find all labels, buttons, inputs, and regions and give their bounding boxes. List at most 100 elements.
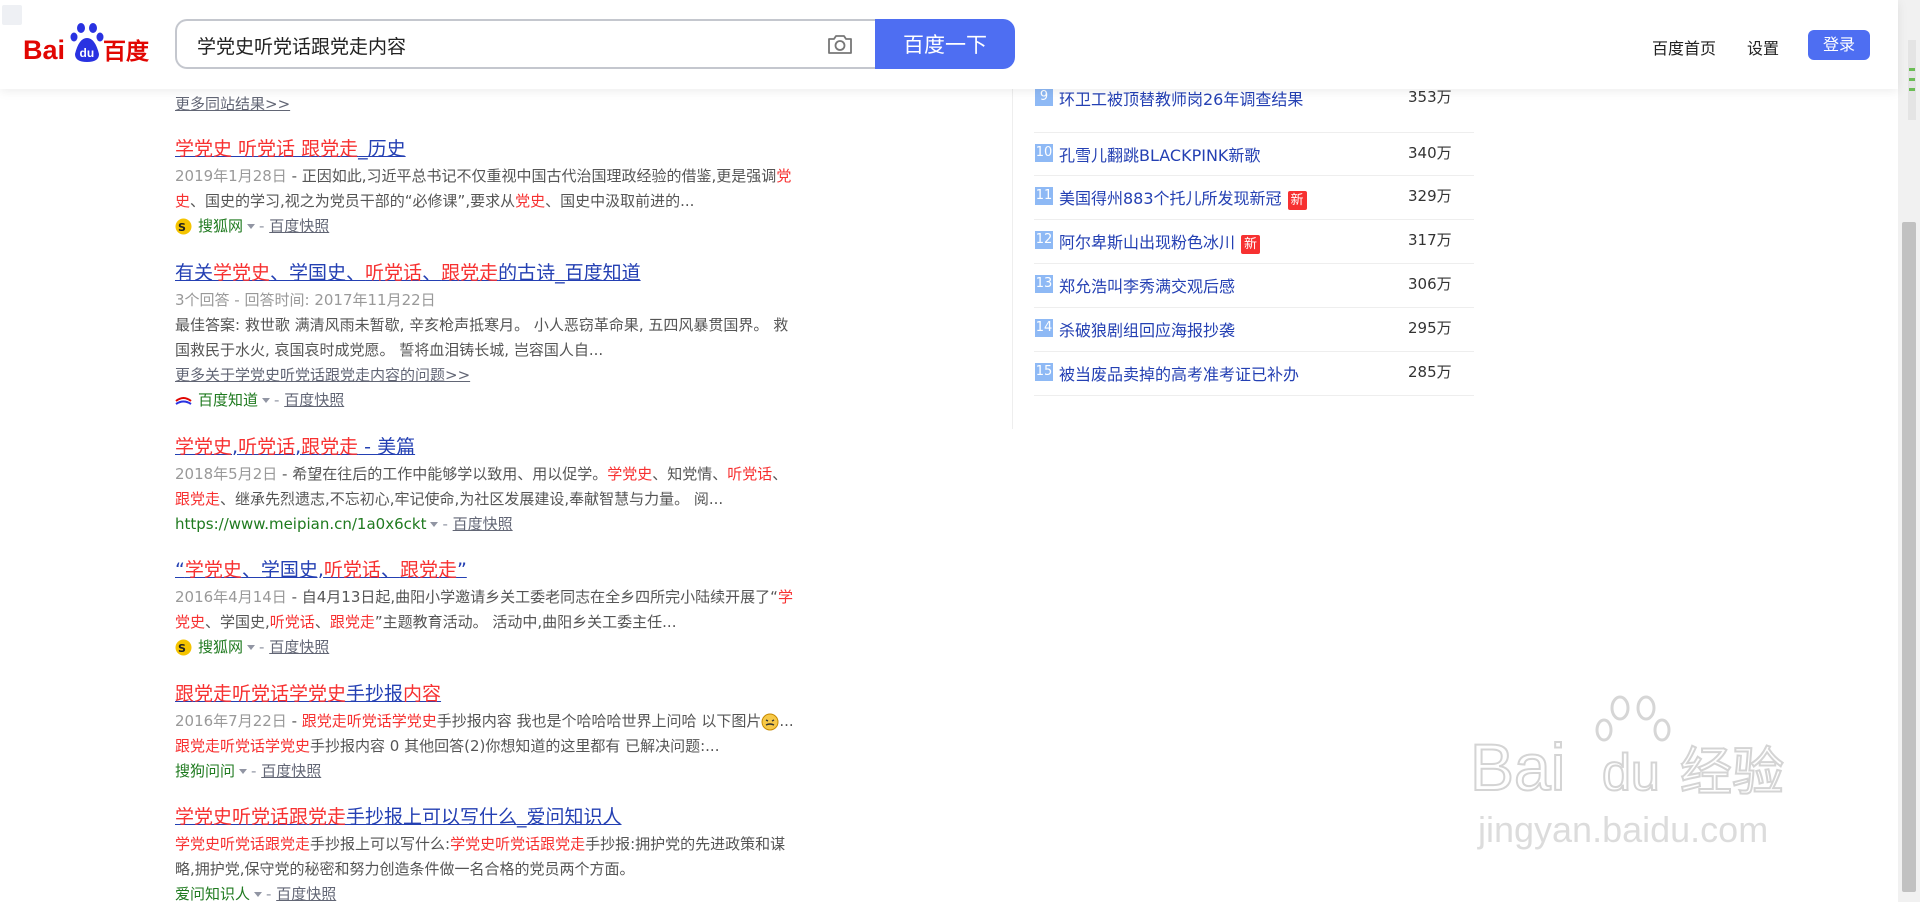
kuaizhao-link[interactable]: 百度快照 xyxy=(284,391,344,409)
result-source: 百度知道 - 百度快照 xyxy=(175,388,855,413)
search-input[interactable] xyxy=(195,21,799,69)
hot-list-item[interactable]: 13 郑允浩叫李秀满交观后感 306万 xyxy=(1034,265,1474,308)
hot-item-count: 285万 xyxy=(1408,363,1452,381)
hot-list-item[interactable]: 12 阿尔卑斯山出现粉色冰川新 317万 xyxy=(1034,221,1474,264)
new-badge: 新 xyxy=(1287,191,1307,210)
svg-text:du: du xyxy=(1602,744,1660,802)
result-source: https://www.meipian.cn/1a0x6ckt - 百度快照 xyxy=(175,515,513,533)
baidu-home-link[interactable]: 百度首页 xyxy=(1652,35,1716,59)
kuaizhao-link[interactable]: 百度快照 xyxy=(276,885,336,903)
hot-item-title[interactable]: 被当废品卖掉的高考准考证已补办 xyxy=(1059,361,1299,385)
scrollbar-thumb[interactable] xyxy=(1902,222,1916,892)
rank-badge: 15 xyxy=(1035,363,1053,381)
result-source: 爱问知识人 - 百度快照 xyxy=(175,885,337,903)
logo-text-paw: du xyxy=(80,46,95,60)
search-button[interactable]: 百度一下 xyxy=(875,19,1015,69)
hot-item-count: 317万 xyxy=(1408,231,1452,249)
source-name[interactable]: 搜狗问问 xyxy=(175,762,235,780)
hot-item-title[interactable]: 杀破狼剧组回应海报抄袭 xyxy=(1059,317,1235,341)
svg-text:经验: 经验 xyxy=(1680,743,1784,803)
hot-item-title[interactable]: 孔雪儿翻跳BLACKPINK新歌 xyxy=(1059,142,1260,166)
more-same-site-link[interactable]: 更多同站结果>> xyxy=(175,95,290,113)
search-result: 有关学党史、学国史、听党话、跟党走的古诗_百度知道 3个回答 - 回答时间: 2… xyxy=(175,261,855,413)
hot-search-list: 9 环卫工被顶替教师岗26年调查结果 353万 10 孔雪儿翻跳BLACKPIN… xyxy=(1034,88,1474,396)
result-title[interactable]: 学党史听党话跟党走手抄报上可以写什么_爱问知识人 xyxy=(175,805,855,829)
result-source: S 搜狐网 - 百度快照 xyxy=(175,635,855,660)
baidu-logo[interactable]: Bai du 百度 xyxy=(23,22,153,68)
more-questions-link[interactable]: 更多关于学党史听党话跟党走内容的问题>> xyxy=(175,363,855,388)
hot-item-count: 340万 xyxy=(1408,144,1452,162)
result-snippet: 2016年4月14日 - 自4月13日起,曲阳小学邀请乡关工委老同志在全乡四所完… xyxy=(175,588,793,631)
hot-item-title[interactable]: 阿尔卑斯山出现粉色冰川新 xyxy=(1059,229,1261,254)
sohu-icon: S xyxy=(175,218,192,235)
hot-list-item[interactable]: 11 美国得州883个托儿所发现新冠新 329万 xyxy=(1034,177,1474,220)
search-box xyxy=(175,19,875,69)
result-snippet: 3个回答 - 回答时间: 2017年11月22日 最佳答案: 救世歌 满清风雨未… xyxy=(175,291,789,359)
search-result: 学党史,听党话,跟党走 - 美篇 2018年5月2日 - 希望在往后的工作中能够… xyxy=(175,435,855,537)
login-button[interactable]: 登录 xyxy=(1808,30,1870,60)
rank-badge: 13 xyxy=(1035,275,1053,293)
result-snippet: 2018年5月2日 - 希望在往后的工作中能够学以致用、用以促学。学党史、知党情… xyxy=(175,465,788,508)
hot-list-item[interactable]: 9 环卫工被顶替教师岗26年调查结果 353万 xyxy=(1034,88,1474,133)
caret-down-icon[interactable] xyxy=(254,892,263,897)
kuaizhao-link[interactable]: 百度快照 xyxy=(453,515,513,533)
rank-badge: 14 xyxy=(1035,319,1053,337)
corner-icon xyxy=(2,5,22,25)
zhidao-icon xyxy=(175,396,192,405)
caret-down-icon[interactable] xyxy=(239,769,248,774)
hot-item-title[interactable]: 美国得州883个托儿所发现新冠新 xyxy=(1059,185,1307,210)
result-title[interactable]: 学党史 听党话 跟党走_历史 xyxy=(175,137,855,161)
svg-text:jingyan.baidu.com: jingyan.baidu.com xyxy=(1477,809,1768,850)
result-title[interactable]: “学党史、学国史,听党话、跟党走” xyxy=(175,558,855,582)
result-title[interactable]: 学党史,听党话,跟党走 - 美篇 xyxy=(175,435,855,459)
sohu-icon: S xyxy=(175,639,192,656)
hot-item-title[interactable]: 环卫工被顶替教师岗26年调查结果 xyxy=(1059,86,1303,110)
svg-text:Bai: Bai xyxy=(1470,730,1565,804)
result-title[interactable]: 有关学党史、学国史、听党话、跟党走的古诗_百度知道 xyxy=(175,261,855,285)
hot-item-count: 306万 xyxy=(1408,275,1452,293)
source-name[interactable]: 搜狐网 xyxy=(198,217,243,235)
emoji-icon xyxy=(761,713,779,730)
kuaizhao-link[interactable]: 百度快照 xyxy=(261,762,321,780)
kuaizhao-link[interactable]: 百度快照 xyxy=(269,638,329,656)
svg-text:S: S xyxy=(178,642,186,655)
logo-text-right: 百度 xyxy=(103,38,150,65)
result-snippet: 2016年7月22日 - 跟党走听党话学党史手抄报内容 我也是个哈哈哈世界上问哈… xyxy=(175,712,794,755)
hot-list-item[interactable]: 15 被当废品卖掉的高考准考证已补办 285万 xyxy=(1034,353,1474,396)
result-title[interactable]: 跟党走听党话学党史手抄报内容 xyxy=(175,682,855,706)
top-header: Bai du 百度 百度一下 百度首页 设置 登录 xyxy=(0,0,1898,89)
source-name[interactable]: 百度知道 xyxy=(198,391,258,409)
source-name[interactable]: 爱问知识人 xyxy=(175,885,250,903)
rank-badge: 9 xyxy=(1035,88,1053,106)
kuaizhao-link[interactable]: 百度快照 xyxy=(269,217,329,235)
camera-icon[interactable] xyxy=(826,32,854,56)
hot-item-count: 295万 xyxy=(1408,319,1452,337)
paw-icon: du xyxy=(70,23,104,62)
result-source: S 搜狐网 - 百度快照 xyxy=(175,214,855,239)
new-badge: 新 xyxy=(1241,235,1261,254)
result-source: 搜狗问问 - 百度快照 xyxy=(175,762,322,780)
rank-badge: 10 xyxy=(1035,144,1053,162)
vertical-scrollbar[interactable] xyxy=(1898,0,1920,902)
hot-list-item[interactable]: 14 杀破狼剧组回应海报抄袭 295万 xyxy=(1034,309,1474,352)
rank-badge: 11 xyxy=(1035,187,1053,205)
jingyan-watermark: Bai du 经验 jingyan.baidu.com xyxy=(1470,695,1785,850)
search-result: “学党史、学国史,听党话、跟党走” 2016年4月14日 - 自4月13日起,曲… xyxy=(175,558,855,660)
search-result: 学党史听党话跟党走手抄报上可以写什么_爱问知识人 学党史听党话跟党走手抄报上可以… xyxy=(175,805,855,907)
settings-link[interactable]: 设置 xyxy=(1747,35,1779,59)
source-name[interactable]: 搜狐网 xyxy=(198,638,243,656)
more-same-site-block: 更多同站结果>> xyxy=(175,92,855,117)
hot-item-title[interactable]: 郑允浩叫李秀满交观后感 xyxy=(1059,273,1235,297)
search-result: 学党史 听党话 跟党走_历史 2019年1月28日 - 正因如此,习近平总书记不… xyxy=(175,137,855,239)
hot-list-item[interactable]: 10 孔雪儿翻跳BLACKPINK新歌 340万 xyxy=(1034,133,1474,176)
caret-down-icon[interactable] xyxy=(247,645,256,650)
column-divider xyxy=(1012,89,1013,429)
scroll-indicator-icon xyxy=(1908,40,1916,120)
search-result: 跟党走听党话学党史手抄报内容 2016年7月22日 - 跟党走听党话学党史手抄报… xyxy=(175,682,855,784)
caret-down-icon[interactable] xyxy=(247,224,256,229)
result-snippet: 2019年1月28日 - 正因如此,习近平总书记不仅重视中国古代治国理政经验的借… xyxy=(175,167,792,210)
caret-down-icon[interactable] xyxy=(262,398,271,403)
logo-text-left: Bai xyxy=(23,35,65,65)
caret-down-icon[interactable] xyxy=(430,522,439,527)
result-url[interactable]: https://www.meipian.cn/1a0x6ckt xyxy=(175,515,426,533)
